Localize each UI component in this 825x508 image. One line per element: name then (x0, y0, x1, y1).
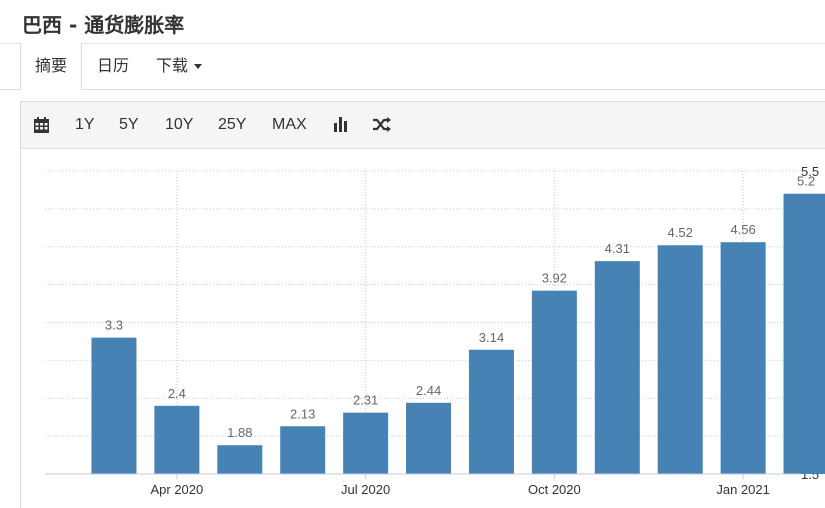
x-tick-label: Jan 2021 (716, 482, 770, 497)
bar (594, 261, 640, 474)
tab-bar: 摘要 日历 下载 (0, 43, 825, 90)
data-label: 4.31 (605, 241, 630, 256)
bar (406, 402, 452, 474)
data-label: 1.88 (227, 425, 252, 440)
data-label: 2.44 (416, 383, 441, 398)
data-label: 5.2 (797, 174, 815, 189)
data-label: 3.92 (542, 271, 567, 286)
tab-calendar-label: 日历 (97, 56, 130, 75)
chart-toolbar: 1Y 5Y 10Y 25Y MAX (21, 102, 825, 149)
data-label: 2.13 (290, 406, 315, 421)
tab-download[interactable]: 下载 (142, 43, 216, 89)
bar (343, 412, 389, 474)
title-bar: 巴西 - 通货膨胀率 (0, 0, 825, 44)
data-label: 3.3 (105, 318, 123, 333)
bar (657, 245, 703, 474)
bar (468, 349, 514, 474)
x-tick-label: Oct 2020 (528, 482, 581, 497)
calendar-icon[interactable] (34, 117, 49, 133)
x-tick-label: Jul 2020 (341, 482, 390, 497)
tab-summary[interactable]: 摘要 (20, 43, 83, 90)
data-label: 3.14 (479, 330, 504, 345)
data-label: 4.56 (730, 222, 755, 237)
range-10y-button[interactable]: 10Y (165, 102, 193, 148)
caret-down-icon (194, 64, 203, 69)
range-25y-button[interactable]: 25Y (218, 102, 246, 148)
x-tick-label: Apr 2020 (150, 482, 203, 497)
range-1y-button[interactable]: 1Y (75, 102, 95, 148)
page-title: 巴西 - 通货膨胀率 (22, 13, 185, 37)
bar (91, 337, 137, 474)
range-5y-button[interactable]: 5Y (119, 102, 139, 148)
bar (217, 445, 263, 474)
bar (720, 242, 766, 474)
data-label: 4.52 (668, 225, 693, 240)
tab-summary-label: 摘要 (35, 56, 68, 75)
bar (783, 193, 825, 474)
bar (280, 426, 326, 474)
shuffle-icon[interactable] (373, 117, 391, 132)
bar (154, 405, 200, 474)
tab-download-label: 下载 (156, 56, 189, 75)
tab-calendar[interactable]: 日历 (83, 43, 143, 89)
data-label: 2.31 (353, 393, 378, 408)
range-max-button[interactable]: MAX (272, 102, 307, 148)
chart-panel: 1Y 5Y 10Y 25Y MAX 1.522.533.544.555.53.3… (20, 101, 825, 508)
bar-chart: 1.522.533.544.555.53.32.41.882.132.312.4… (45, 164, 825, 497)
bar-chart-icon[interactable] (334, 117, 348, 132)
bar (531, 290, 577, 474)
data-label: 2.4 (168, 386, 186, 401)
